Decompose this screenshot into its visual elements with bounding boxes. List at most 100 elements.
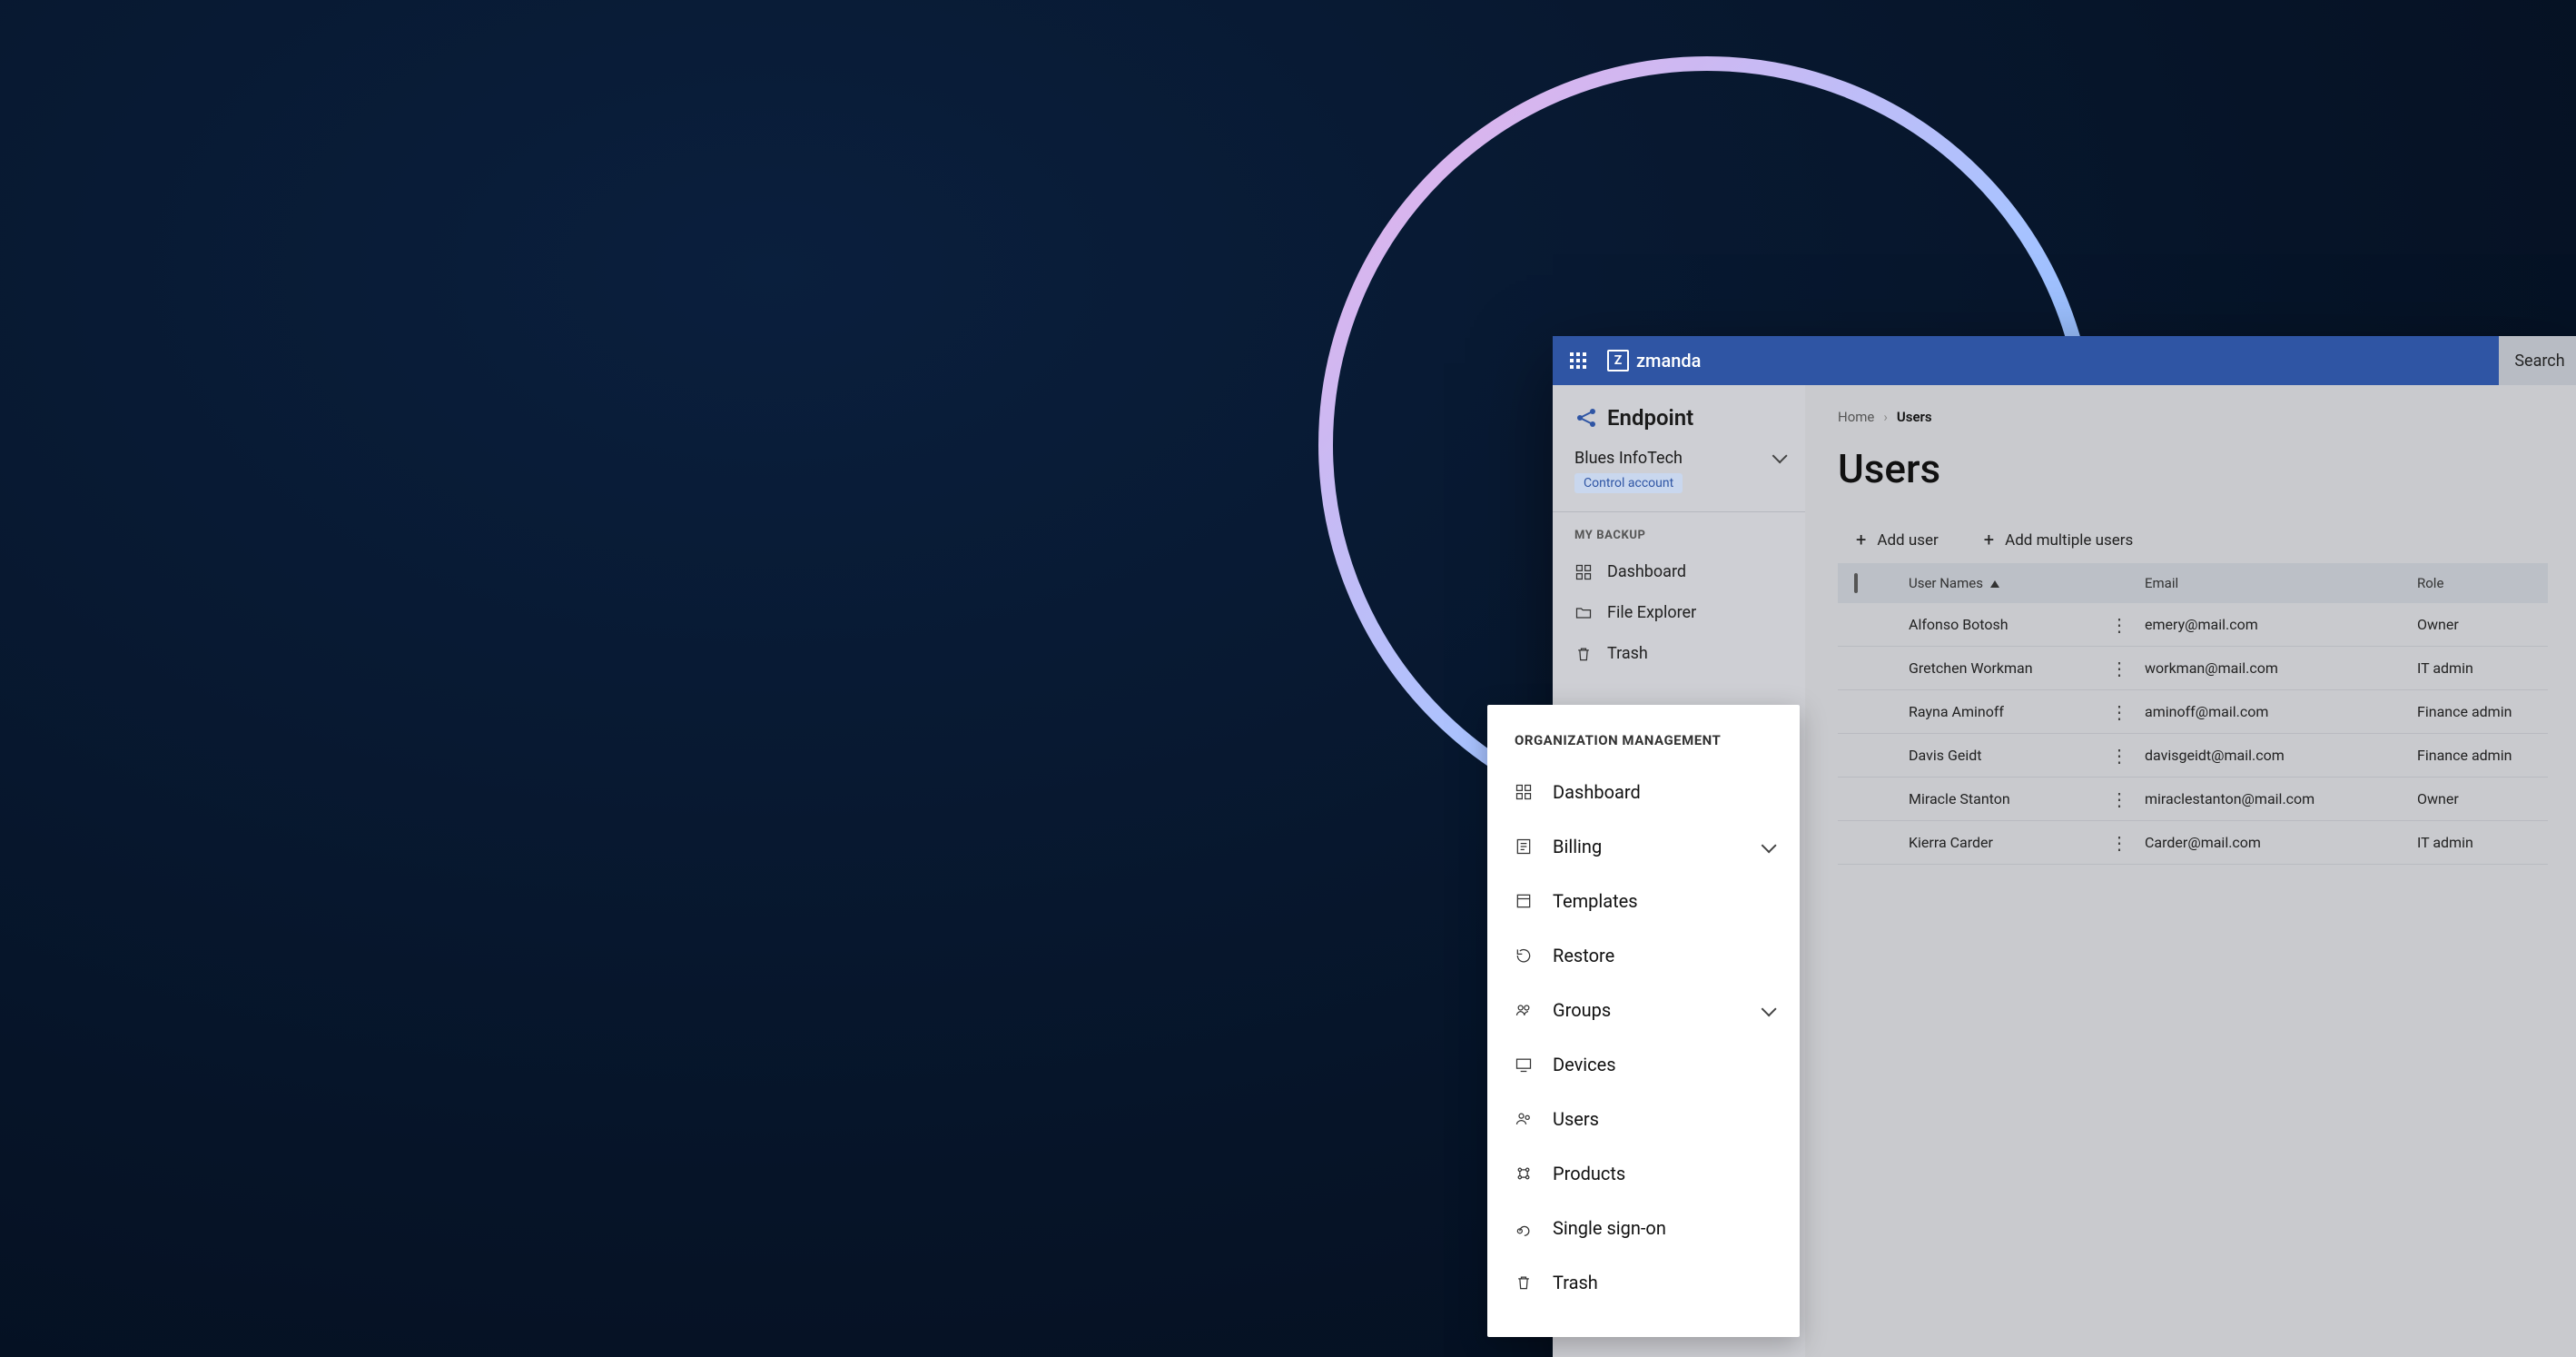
org-panel-item-label: Groups <box>1553 999 1611 1021</box>
row-menu-button[interactable] <box>2110 745 2128 767</box>
product-header: Endpoint <box>1553 385 1805 443</box>
endpoint-logo-icon <box>1574 406 1598 430</box>
user-role: IT admin <box>2417 659 2576 677</box>
org-panel-item-single-sign-on[interactable]: Single sign-on <box>1487 1201 1800 1255</box>
org-panel-item-label: Templates <box>1553 890 1638 912</box>
search-button[interactable]: Search <box>2499 336 2576 385</box>
action-label: Add multiple users <box>2005 531 2133 550</box>
user-name: Gretchen Workman <box>1909 659 2033 677</box>
user-email: emery@mail.com <box>2145 616 2417 633</box>
users-table: User Names Email Role Alfonso Botosh emer… <box>1838 563 2548 865</box>
main-content: Home › Users Users Add user Add multiple… <box>1805 385 2576 1357</box>
app-launcher-button[interactable] <box>1553 352 1604 369</box>
sidebar-item-label: Dashboard <box>1607 562 1686 581</box>
user-name: Rayna Aminoff <box>1909 703 2004 720</box>
plus-icon <box>1984 530 1994 550</box>
plus-icon <box>1856 530 1866 550</box>
dashboard-icon <box>1515 783 1533 801</box>
user-email: aminoff@mail.com <box>2145 703 2417 720</box>
breadcrumb-root[interactable]: Home <box>1838 409 1874 425</box>
column-header-email[interactable]: Email <box>2145 575 2417 591</box>
topbar: Z zmanda Search <box>1553 336 2576 385</box>
org-panel-item-groups[interactable]: Groups <box>1487 983 1800 1037</box>
users-icon <box>1515 1110 1533 1128</box>
org-panel-item-label: Users <box>1553 1108 1599 1130</box>
table-row[interactable]: Miracle Stantonmiraclestanton@mail.comOw… <box>1838 778 2548 821</box>
user-name: Davis Geidt <box>1909 747 1981 764</box>
add-multiple-users-button[interactable]: Add multiple users <box>1984 530 2134 550</box>
sidebar-item-file-explorer[interactable]: File Explorer <box>1553 592 1805 633</box>
org-panel-item-products[interactable]: Products <box>1487 1146 1800 1201</box>
action-label: Add user <box>1877 531 1938 550</box>
org-panel-item-label: Trash <box>1553 1272 1598 1293</box>
user-name: Miracle Stanton <box>1909 790 2010 807</box>
brand-logo-icon: Z <box>1607 350 1629 371</box>
brand-name: zmanda <box>1636 350 1701 371</box>
sso-icon <box>1515 1219 1533 1237</box>
row-menu-button[interactable] <box>2110 788 2128 810</box>
table-row[interactable]: Gretchen Workmanworkman@mail.comIT admin <box>1838 647 2548 690</box>
chevron-right-icon: › <box>1883 409 1888 425</box>
devices-icon <box>1515 1055 1533 1074</box>
restore-icon <box>1515 946 1533 965</box>
user-role: Owner <box>2417 616 2576 633</box>
row-menu-button[interactable] <box>2110 614 2128 636</box>
panel-section-label: ORGANIZATION MANAGEMENT <box>1487 732 1800 765</box>
org-panel-item-devices[interactable]: Devices <box>1487 1037 1800 1092</box>
org-panel-item-label: Dashboard <box>1553 781 1641 803</box>
user-role: Owner <box>2417 790 2576 807</box>
org-selector[interactable]: Blues InfoTech <box>1574 449 1783 468</box>
org-panel-item-label: Restore <box>1553 945 1614 966</box>
user-role: Finance admin <box>2417 703 2576 720</box>
user-email: miraclestanton@mail.com <box>2145 790 2417 807</box>
org-panel-item-label: Single sign-on <box>1553 1217 1666 1239</box>
dashboard-icon <box>1574 563 1593 581</box>
breadcrumb-current: Users <box>1897 409 1932 425</box>
chevron-down-icon <box>1772 449 1783 468</box>
product-name: Endpoint <box>1607 405 1693 431</box>
org-panel-item-restore[interactable]: Restore <box>1487 928 1800 983</box>
row-menu-button[interactable] <box>2110 701 2128 723</box>
user-name: Alfonso Botosh <box>1909 616 2008 633</box>
table-row[interactable]: Davis Geidtdavisgeidt@mail.comFinance ad… <box>1838 734 2548 778</box>
org-management-panel: ORGANIZATION MANAGEMENT Dashboard Billing… <box>1487 705 1800 1337</box>
trash-icon <box>1574 645 1593 663</box>
org-panel-item-trash[interactable]: Trash <box>1487 1255 1800 1310</box>
org-name: Blues InfoTech <box>1574 449 1683 468</box>
column-header-role[interactable]: Role <box>2417 575 2576 591</box>
table-header: User Names Email Role <box>1838 563 2548 603</box>
row-menu-button[interactable] <box>2110 832 2128 854</box>
breadcrumb: Home › Users <box>1838 409 2548 425</box>
org-panel-item-label: Products <box>1553 1163 1625 1184</box>
templates-icon <box>1515 892 1533 910</box>
org-panel-item-label: Billing <box>1553 836 1602 857</box>
user-role: Finance admin <box>2417 747 2576 764</box>
sidebar-item-dashboard[interactable]: Dashboard <box>1553 551 1805 592</box>
chevron-down-icon <box>1762 999 1772 1021</box>
groups-icon <box>1515 1001 1533 1019</box>
org-panel-item-billing[interactable]: Billing <box>1487 819 1800 874</box>
column-header-name[interactable]: User Names <box>1909 575 2145 591</box>
trash-icon <box>1515 1273 1533 1292</box>
table-row[interactable]: Rayna Aminoffaminoff@mail.comFinance adm… <box>1838 690 2548 734</box>
org-tag: Control account <box>1574 473 1683 493</box>
sidebar-item-trash[interactable]: Trash <box>1553 633 1805 674</box>
sidebar-item-label: Trash <box>1607 644 1648 663</box>
org-panel-item-templates[interactable]: Templates <box>1487 874 1800 928</box>
org-panel-item-dashboard[interactable]: Dashboard <box>1487 765 1800 819</box>
folder-icon <box>1574 604 1593 622</box>
user-email: Carder@mail.com <box>2145 834 2417 851</box>
row-menu-button[interactable] <box>2110 658 2128 679</box>
sidebar-item-label: File Explorer <box>1607 603 1696 622</box>
chevron-down-icon <box>1762 836 1772 857</box>
user-name: Kierra Carder <box>1909 834 1993 851</box>
org-panel-item-users[interactable]: Users <box>1487 1092 1800 1146</box>
table-row[interactable]: Kierra CarderCarder@mail.comIT admin <box>1838 821 2548 865</box>
brand: Z zmanda <box>1604 350 1701 371</box>
page-actions: Add user Add multiple users <box>1838 530 2548 550</box>
sort-ascending-icon <box>1990 575 1999 591</box>
sidebar-section-label: MY BACKUP <box>1553 512 1805 551</box>
add-user-button[interactable]: Add user <box>1856 530 1939 550</box>
table-row[interactable]: Alfonso Botoshemery@mail.comOwner <box>1838 603 2548 647</box>
select-all-checkbox[interactable] <box>1854 573 1858 593</box>
